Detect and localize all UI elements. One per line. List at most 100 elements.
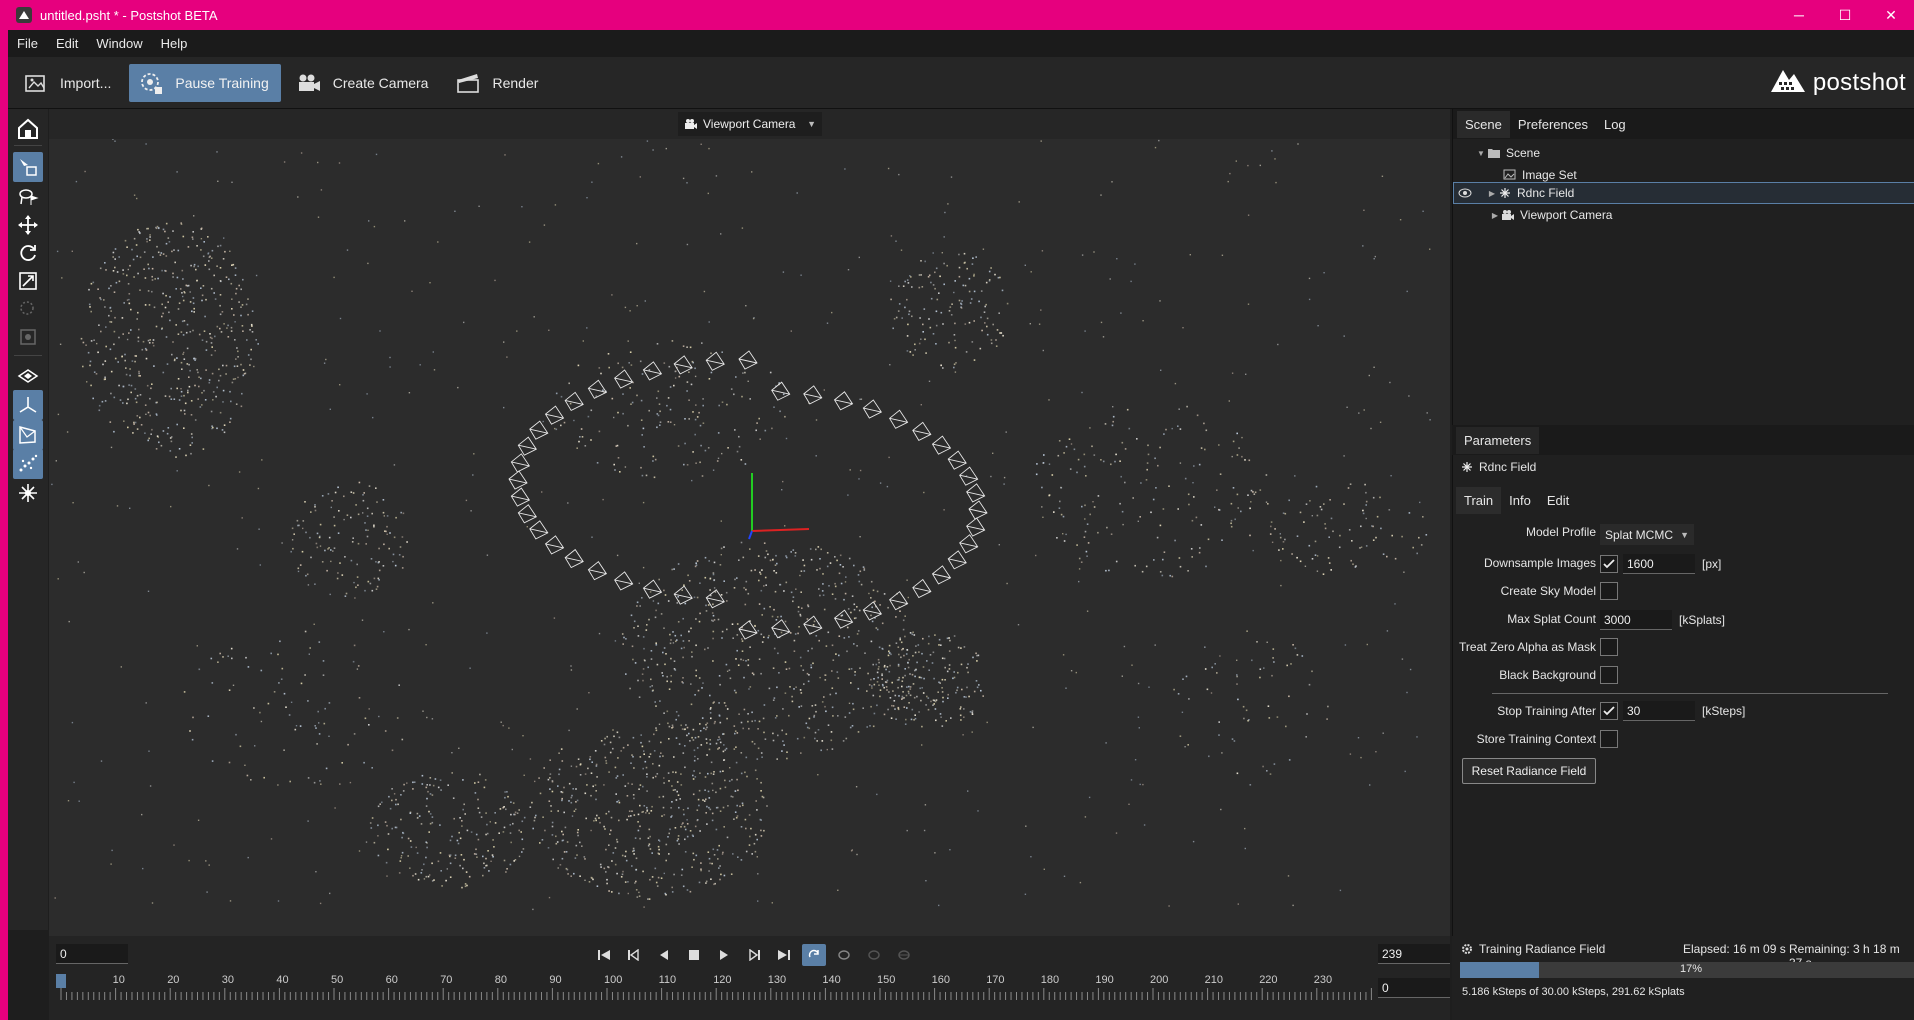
prev-frame-button[interactable] [652,944,676,966]
tree-item-viewport-camera[interactable]: ▶ Viewport Camera [1453,204,1914,226]
timeline-end-input[interactable]: 239 [1378,944,1450,964]
keyframe-toggle-b [892,944,916,966]
store-context-checkbox[interactable] [1600,730,1618,748]
training-icon [137,69,165,97]
import-button[interactable]: Import... [14,64,123,102]
downsample-input[interactable]: 1600 [1623,554,1695,574]
parameters-node-label: Rdnc Field [1479,460,1537,474]
tree-item-scene[interactable]: ▼ Scene [1453,142,1914,164]
downsample-checkbox[interactable] [1600,555,1618,573]
clapperboard-icon [454,69,482,97]
cameras-toggle[interactable] [13,420,43,450]
render-button[interactable]: Render [446,64,550,102]
timeline-ticks[interactable] [56,988,1376,1000]
stop-after-checkbox[interactable] [1600,702,1618,720]
radiance-field-icon [19,484,37,502]
timeline-tick-label: 190 [1095,974,1114,986]
chevron-down-icon: ▼ [807,119,816,129]
app-icon [16,7,32,23]
eye-icon[interactable] [1458,186,1472,200]
keyframe-disabled-icon [898,950,910,960]
loop-icon [808,949,819,958]
parameters-node: Rdnc Field [1460,460,1536,474]
model-profile-label: Model Profile [1525,525,1596,539]
tree-item-rdnc-field[interactable]: ▶ Rdnc Field [1453,182,1914,204]
pause-training-button[interactable]: Pause Training [129,63,281,102]
expand-triangle-icon[interactable]: ▶ [1486,189,1498,198]
play-button[interactable] [712,944,736,966]
scene-tree: ▼ Scene Image Set ▶ Rdnc Field ▶ Viewpor… [1453,139,1914,424]
next-key-button[interactable] [742,944,766,966]
menu-edit[interactable]: Edit [47,36,87,51]
radiance-field-icon [1460,460,1474,474]
reset-radiance-field-button[interactable]: Reset Radiance Field [1462,758,1596,784]
layers-icon [17,369,39,383]
timeline-tick-label: 10 [112,974,125,986]
select-tool[interactable] [13,152,43,182]
timeline-tick-label: 80 [494,974,508,986]
last-frame-button[interactable] [772,944,796,966]
point-cloud-render[interactable] [49,109,1450,936]
lasso-tool[interactable] [13,182,43,212]
axes-toggle[interactable] [13,390,43,420]
stop-button[interactable] [682,944,706,966]
timeline-tick-label: 130 [767,974,787,986]
camera-frustum-icon [19,426,36,444]
max-splat-input[interactable]: 3000 [1600,610,1672,630]
tab-preferences[interactable]: Preferences [1510,111,1596,138]
tree-item-label: Rdnc Field [1517,186,1575,200]
sky-model-checkbox[interactable] [1600,582,1618,600]
gizmo-disabled-icon [20,329,36,345]
postshot-logo: postshot [1769,64,1906,102]
menu-file[interactable]: File [8,36,47,51]
close-button[interactable]: ✕ [1868,0,1914,30]
timeline-start-input[interactable]: 0 [56,944,128,964]
onion-skin-toggle[interactable] [832,944,856,966]
timeline-tick-label: 230 [1313,974,1333,986]
maximize-button[interactable]: ☐ [1822,0,1868,30]
points-toggle[interactable] [13,449,43,479]
minimize-button[interactable]: ─ [1776,0,1822,30]
zero-alpha-checkbox[interactable] [1600,638,1618,656]
first-frame-button[interactable] [592,944,616,966]
playhead[interactable] [56,974,66,988]
timeline-tick-label: 160 [931,974,950,986]
3d-viewport[interactable] [49,109,1450,936]
scene-tabs: Scene Preferences Log [1453,109,1914,139]
model-profile-select[interactable]: Splat MCMC ▼ [1600,524,1694,545]
move-tool[interactable] [13,210,43,240]
tab-scene[interactable]: Scene [1457,110,1510,138]
store-context-label: Store Training Context [1476,732,1596,746]
onion-icon [838,950,850,960]
rotate-tool[interactable] [13,238,43,268]
home-tool[interactable] [13,114,43,144]
tab-info[interactable]: Info [1501,487,1539,514]
window-title: untitled.psht * - Postshot BETA [40,7,218,23]
viewport-camera-dropdown[interactable]: Viewport Camera ▼ [678,112,822,136]
loop-toggle[interactable] [802,944,826,966]
left-tool-strip [8,109,48,930]
scale-tool[interactable] [13,266,43,296]
expand-triangle-icon[interactable]: ▶ [1489,211,1501,220]
stop-after-input[interactable]: 30 [1623,701,1695,721]
black-background-checkbox[interactable] [1600,666,1618,684]
timeline-current-input[interactable]: 0 [1378,978,1450,998]
prev-key-button[interactable] [622,944,646,966]
timeline-tick-label: 30 [221,974,235,986]
tab-log[interactable]: Log [1596,111,1634,138]
point-cloud-icon [19,454,38,472]
tab-edit[interactable]: Edit [1539,487,1577,514]
menu-bar: File Edit Window Help [8,30,1914,57]
layers-tool[interactable] [13,362,43,392]
collapse-triangle-icon[interactable]: ▼ [1475,149,1487,158]
create-camera-button[interactable]: Create Camera [287,64,441,102]
max-splat-label: Max Splat Count [1507,612,1596,626]
render-label: Render [492,74,539,91]
pivot-tool [13,294,43,324]
chevron-down-icon: ▼ [1680,529,1689,540]
radiance-toggle[interactable] [13,478,43,508]
tree-item-label: Image Set [1522,168,1577,182]
menu-help[interactable]: Help [152,36,197,51]
tab-train[interactable]: Train [1456,486,1502,514]
menu-window[interactable]: Window [87,36,151,51]
